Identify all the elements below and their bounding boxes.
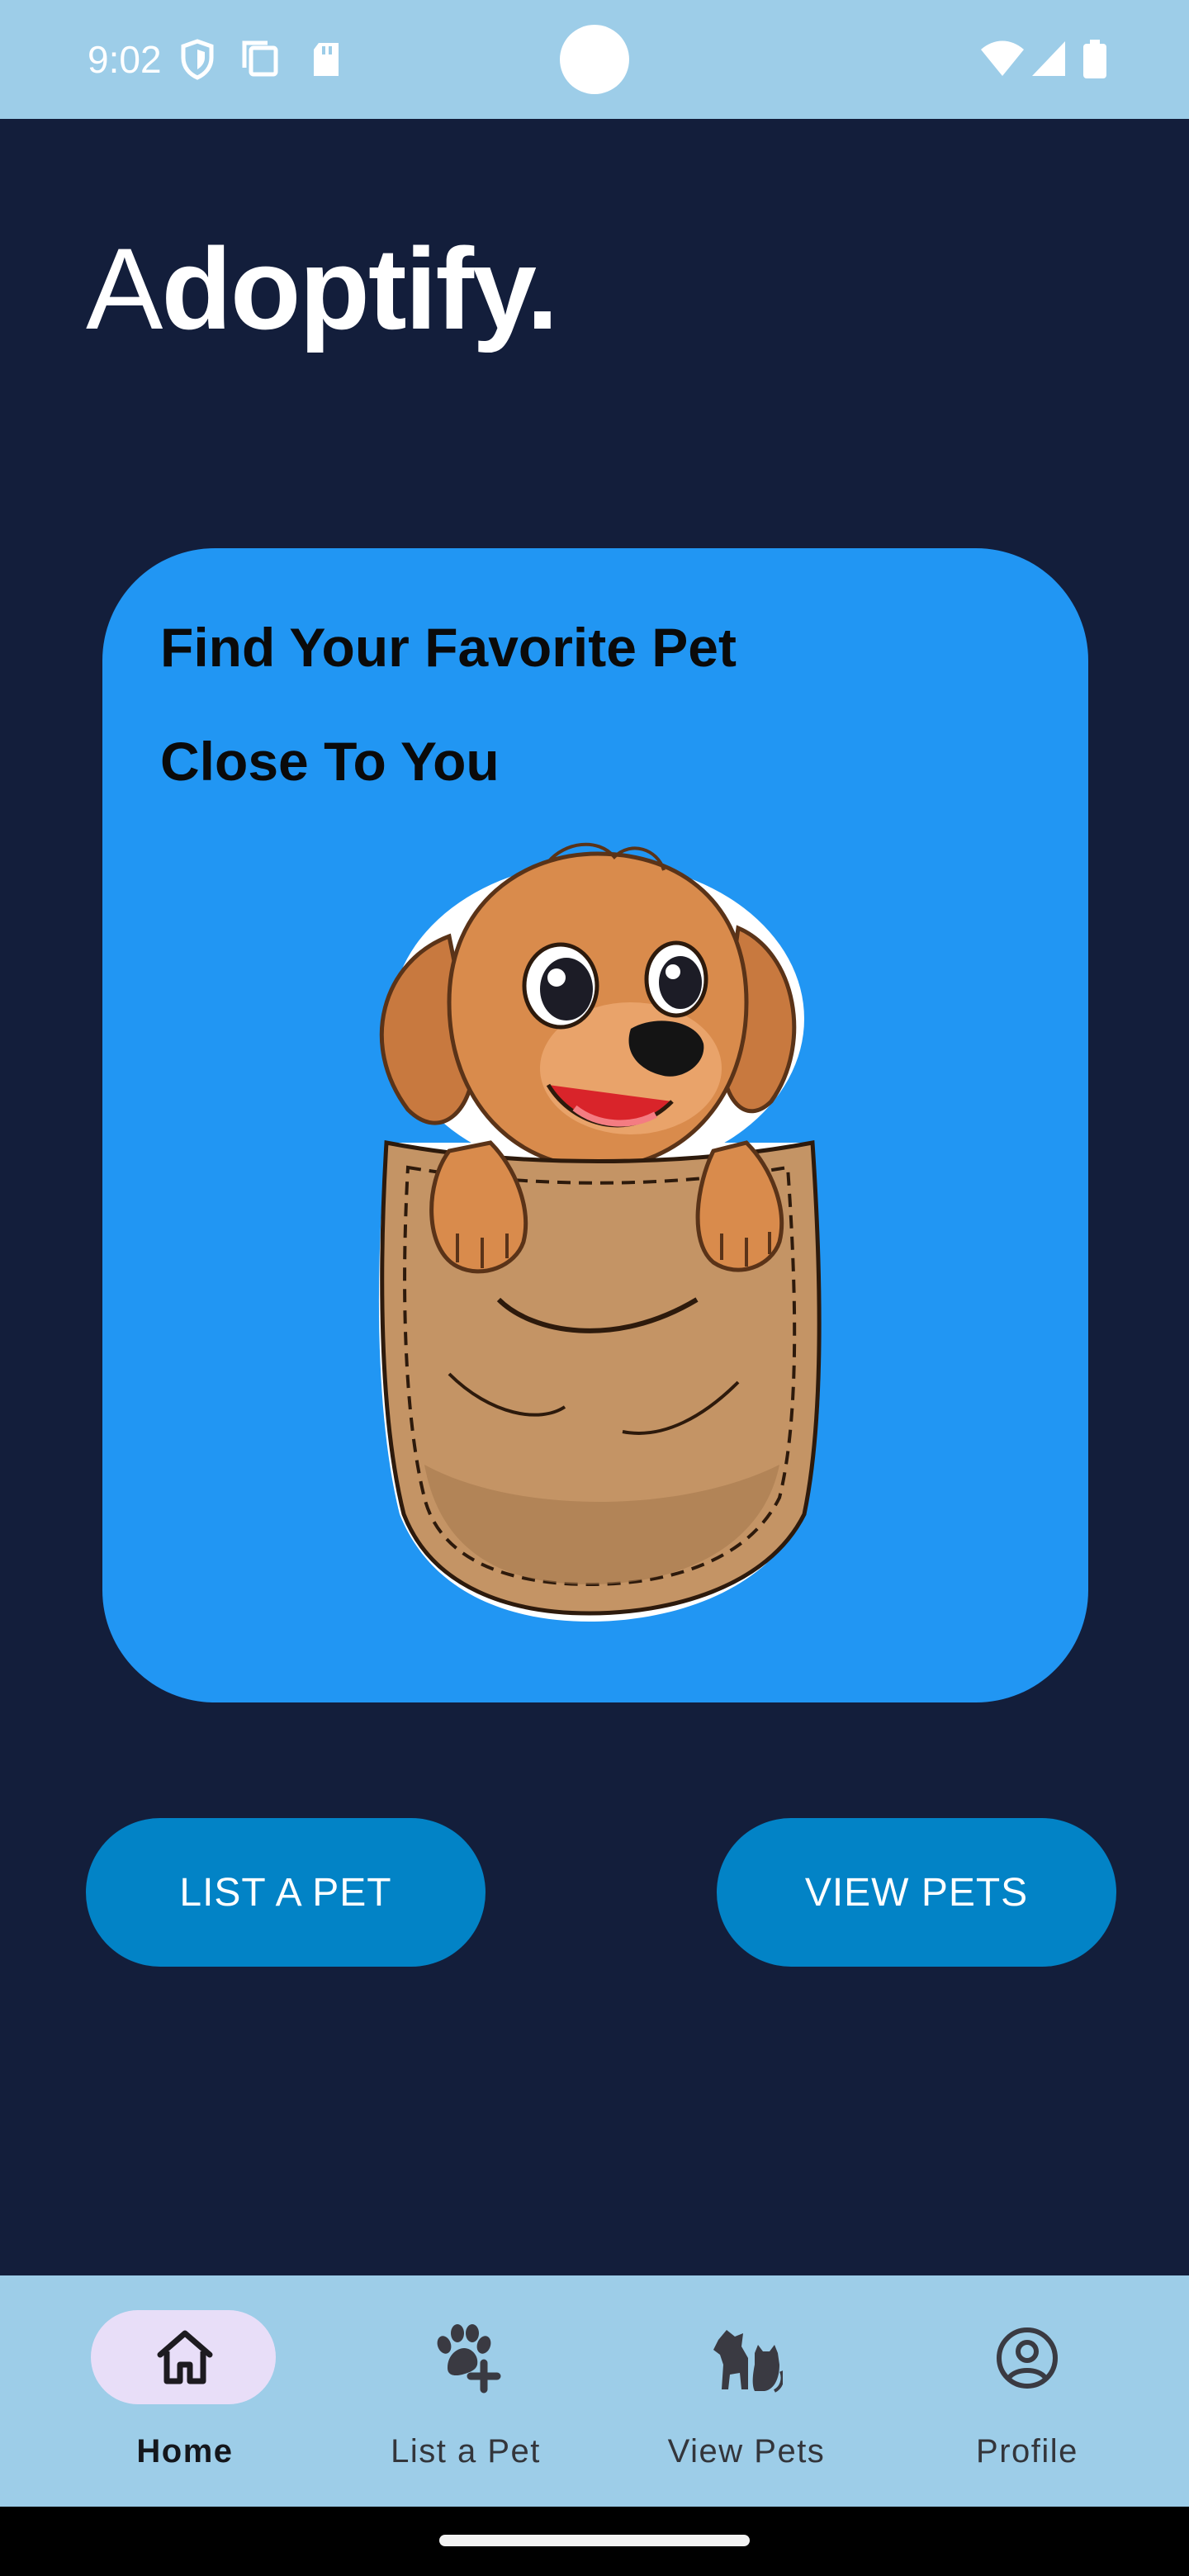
home-screen: 9:02 Adoptify. Find Your Favorite Pet Cl… [0, 0, 1189, 2576]
nav-label-list-a-pet: List a Pet [391, 2433, 541, 2469]
app-title: Adoptify. [86, 223, 558, 355]
account-circle-icon [997, 2327, 1058, 2389]
hero-subheadline: Close To You [160, 731, 500, 792]
view-pets-button[interactable]: VIEW PETS [717, 1818, 1116, 1967]
bottom-navigation: Home List a Pet View Pets Profile [0, 2275, 1189, 2507]
sd-card-icon [314, 43, 339, 76]
nav-item-list-a-pet[interactable]: List a Pet [325, 2275, 606, 2507]
dog-cat-icon [713, 2330, 783, 2393]
gesture-handle[interactable] [439, 2535, 750, 2546]
gesture-navigation-bar [0, 2507, 1189, 2576]
hero-card: Find Your Favorite Pet Close To You [102, 548, 1088, 1702]
home-icon [157, 2330, 213, 2384]
status-time: 9:02 [88, 38, 162, 81]
nav-label-profile: Profile [976, 2433, 1078, 2469]
status-bar: 9:02 [0, 0, 1189, 119]
nav-item-profile[interactable]: Profile [887, 2275, 1168, 2507]
copy-icon [242, 40, 278, 77]
wifi-icon [981, 40, 1024, 76]
app-title-light: A [86, 224, 163, 353]
nav-item-view-pets[interactable]: View Pets [606, 2275, 887, 2507]
app-title-bold: doptify. [161, 224, 558, 353]
hero-headline: Find Your Favorite Pet [160, 617, 737, 678]
puppy-in-pocket-illustration [378, 842, 822, 1622]
nav-label-home: Home [136, 2433, 234, 2469]
list-a-pet-button[interactable]: LIST A PET [86, 1818, 486, 1967]
camera-cutout [560, 25, 629, 94]
battery-icon [1083, 40, 1106, 78]
cell-signal-icon [1032, 41, 1065, 76]
paw-plus-icon [437, 2324, 501, 2394]
shield-icon [181, 39, 214, 80]
nav-label-view-pets: View Pets [667, 2433, 826, 2469]
nav-item-home[interactable]: Home [45, 2275, 325, 2507]
